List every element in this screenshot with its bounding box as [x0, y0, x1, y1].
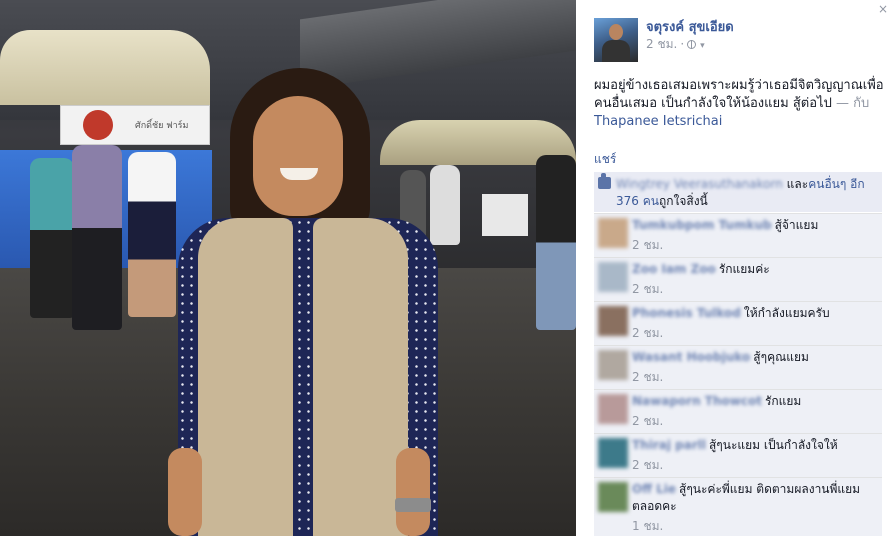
comment-body: Nawaporn Thowcot รักแยม: [632, 393, 876, 410]
comment-text: สู้จ้าแยม: [774, 218, 819, 232]
commenter-avatar[interactable]: [598, 262, 628, 292]
avatar-body: [602, 40, 630, 62]
comment-timestamp[interactable]: 2 ชม.: [632, 413, 876, 430]
post-side-panel: × จตุรงค์ สุขเอียด 2 ชม. · ▾ ผมอยู่ข้างเธอ…: [576, 0, 896, 536]
like-thumb-icon: [598, 173, 611, 189]
subject-vest-right: [313, 218, 408, 536]
liker-name-link[interactable]: Wingtrey Veerasuthanakorn: [616, 177, 783, 191]
comment-body: Wasant Hoobjuko สู้ๆคุณแยม: [632, 349, 876, 366]
comment-item: Zoo Iam Zoo รักแยมค่ะ 2 ชม.: [594, 257, 882, 301]
subject-smile: [280, 168, 318, 180]
meta-separator: ·: [680, 37, 685, 51]
author-name-link[interactable]: จตุรงค์ สุขเอียด: [646, 16, 734, 37]
close-icon[interactable]: ×: [876, 2, 890, 16]
comment-timestamp[interactable]: 2 ชม.: [632, 369, 876, 386]
comment-timestamp[interactable]: 2 ชม.: [632, 325, 876, 342]
avatar-head: [609, 24, 623, 40]
author-avatar[interactable]: [594, 18, 638, 62]
comment-body: Tumkubpom Tumkub สู้จ้าแยม: [632, 217, 876, 234]
tagged-user-link[interactable]: Thapanee Ietsrichai: [594, 114, 722, 129]
comment-item: Phonesis Tulkod ให้กำลังแยมครับ 2 ชม.: [594, 301, 882, 345]
subject-face: [253, 96, 343, 216]
comment-item: Wasant Hoobjuko สู้ๆคุณแยม 2 ชม.: [594, 345, 882, 389]
commenter-avatar[interactable]: [598, 482, 628, 512]
comment-body: Zoo Iam Zoo รักแยมค่ะ: [632, 261, 876, 278]
subject-vest-left: [198, 218, 293, 536]
comment-text: รักแยม: [764, 394, 802, 408]
photo-banner: [482, 194, 528, 236]
photo-bystander: [536, 155, 576, 330]
comment-body: Thiraj parll สู้ๆนะแยม เป็นกำลังใจให้: [632, 437, 876, 454]
with-label: — กับ: [835, 96, 870, 111]
likes-and-label: และ: [786, 177, 809, 191]
commenter-name-link[interactable]: Phonesis Tulkod: [632, 306, 741, 320]
comment-item: Thiraj parll สู้ๆนะแยม เป็นกำลังใจให้ 2 ชม…: [594, 433, 882, 477]
comment-item: Tumkubpom Tumkub สู้จ้าแยม 2 ชม.: [594, 213, 882, 257]
comment-timestamp[interactable]: 1 ชม.: [632, 518, 876, 535]
comment-text: สู้ๆนะแยม เป็นกำลังใจให้: [708, 438, 838, 452]
commenter-avatar[interactable]: [598, 306, 628, 336]
comment-list: Tumkubpom Tumkub สู้จ้าแยม 2 ชม. Zoo Iam Zo…: [594, 213, 882, 536]
comment-timestamp[interactable]: 2 ชม.: [632, 457, 876, 474]
comment-body: Off Lie สู้ๆนะค่ะพี่แยม ติดตามผลงานพี่แยม…: [632, 481, 876, 515]
photo-sign-logo: [83, 110, 113, 140]
comment-item: Nawaporn Thowcot รักแยม 2 ชม.: [594, 389, 882, 433]
comment-body: Phonesis Tulkod ให้กำลังแยมครับ: [632, 305, 876, 322]
post-timestamp[interactable]: 2 ชม.: [646, 37, 677, 51]
photo-bystander: [30, 158, 74, 318]
commenter-avatar[interactable]: [598, 218, 628, 248]
photo-bystander: [72, 145, 122, 330]
post-message: ผมอยู่ข้างเธอเสมอเพราะผมรู้ว่าเธอมีจิตวิ…: [594, 77, 886, 131]
commenter-name-link[interactable]: Thiraj parll: [632, 438, 706, 452]
chevron-down-icon[interactable]: ▾: [700, 41, 705, 51]
commenter-avatar[interactable]: [598, 438, 628, 468]
post-meta: 2 ชม. · ▾: [646, 35, 705, 54]
photo-subject: [168, 68, 443, 536]
comment-text: สู้ๆคุณแยม: [753, 350, 809, 364]
commenter-name-link[interactable]: Off Lie: [632, 482, 676, 496]
commenter-name-link[interactable]: Wasant Hoobjuko: [632, 350, 750, 364]
post-photo[interactable]: ศักดิ์ชัย ฟาร์ม: [0, 0, 576, 536]
comment-timestamp[interactable]: 2 ชม.: [632, 237, 876, 254]
comment-text: ให้กำลังแยมครับ: [743, 306, 830, 320]
comment-item: Off Lie สู้ๆนะค่ะพี่แยม ติดตามผลงานพี่แยม…: [594, 477, 882, 536]
commenter-avatar[interactable]: [598, 394, 628, 424]
likes-summary: Wingtrey Veerasuthanakorn และคนอื่นๆ อีก…: [594, 172, 882, 212]
share-link[interactable]: แชร์: [594, 150, 616, 169]
subject-watch: [395, 498, 431, 512]
subject-arm-right: [396, 448, 430, 536]
comment-timestamp[interactable]: 2 ชม.: [632, 281, 876, 298]
commenter-name-link[interactable]: Tumkubpom Tumkub: [632, 218, 772, 232]
commenter-avatar[interactable]: [598, 350, 628, 380]
subject-arm-left: [168, 448, 202, 536]
commenter-name-link[interactable]: Zoo Iam Zoo: [632, 262, 716, 276]
commenter-name-link[interactable]: Nawaporn Thowcot: [632, 394, 762, 408]
likes-suffix: ถูกใจสิ่งนี้: [658, 194, 708, 208]
globe-icon[interactable]: [687, 40, 697, 49]
comment-text: รักแยมค่ะ: [718, 262, 770, 276]
